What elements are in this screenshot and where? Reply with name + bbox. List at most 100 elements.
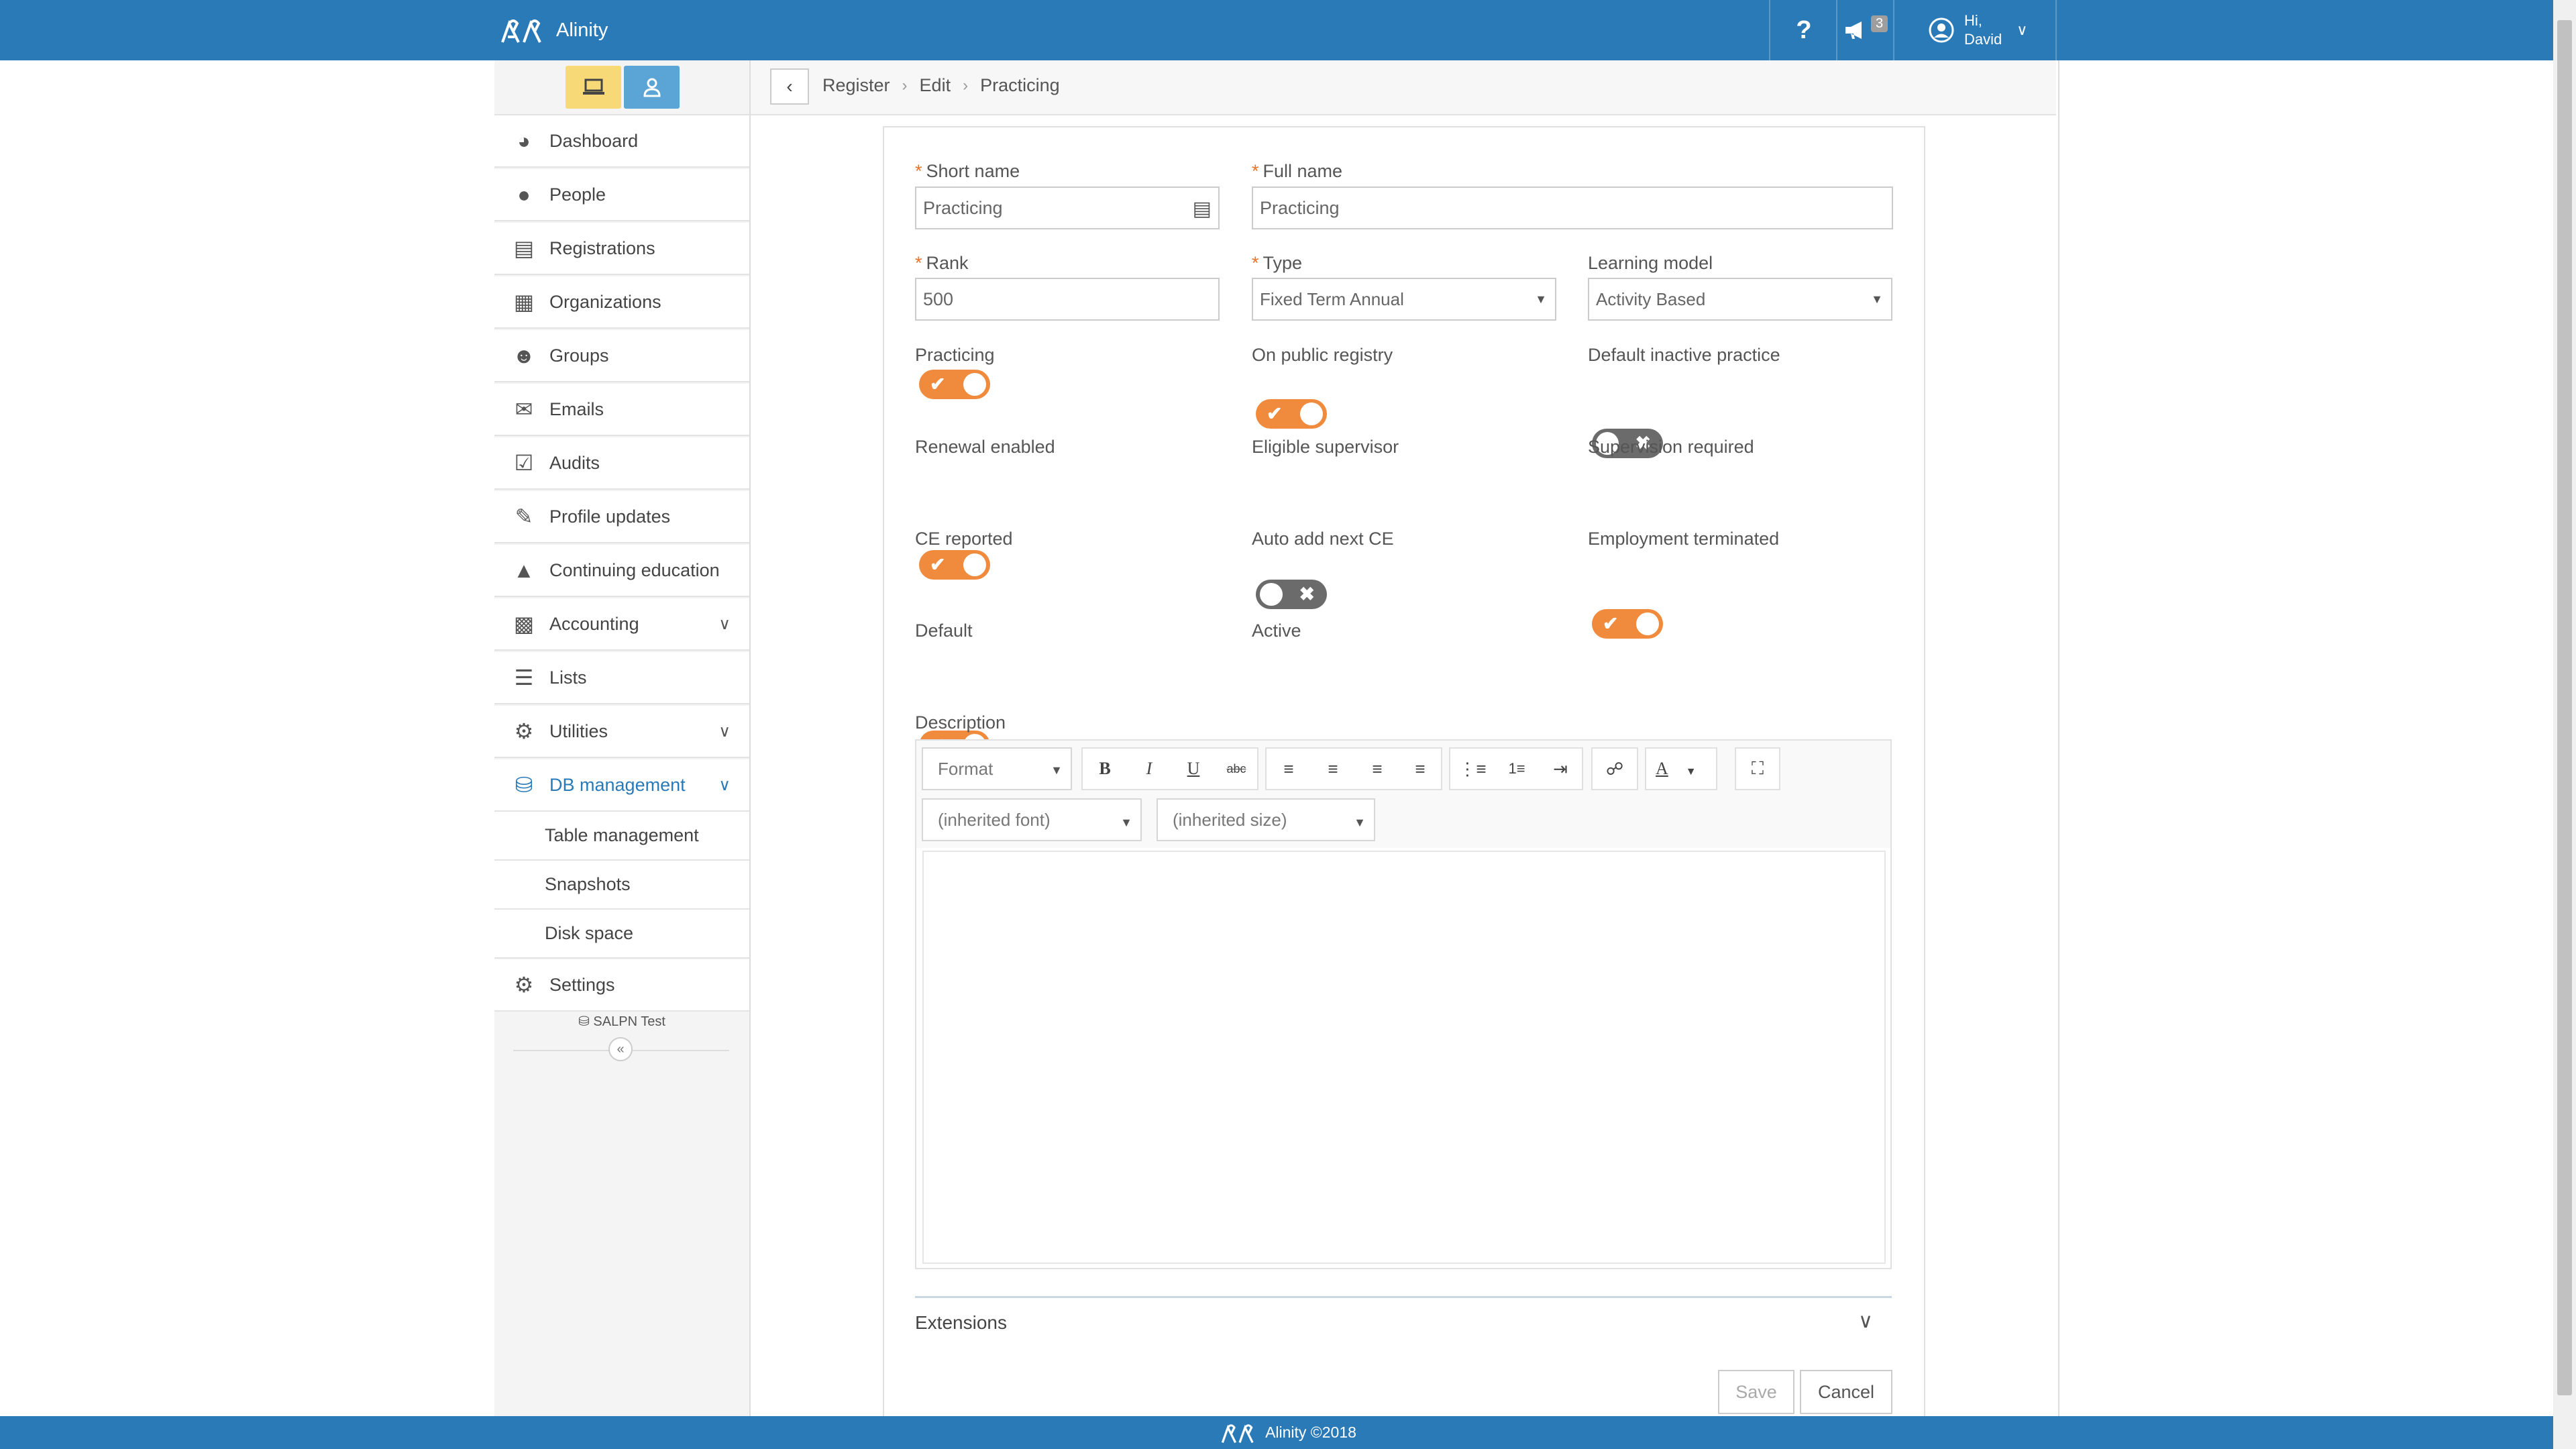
short-name-input[interactable]: Practicing ▤ (915, 186, 1220, 229)
user-mode-button[interactable] (624, 66, 680, 109)
sidebar-subitem-disk-space[interactable]: Disk space (494, 910, 749, 959)
renewal-enabled-toggle[interactable]: ✔ (919, 550, 990, 580)
description-label: Description (915, 712, 1006, 733)
extensions-toggle[interactable]: Extensions (915, 1312, 1007, 1334)
align-right-icon: ≡ (1372, 758, 1383, 779)
sidebar-item-organizations[interactable]: ▦ Organizations (494, 276, 749, 329)
sidebar-item-people[interactable]: ● People (494, 169, 749, 221)
collapse-sidebar-button[interactable]: « (608, 1037, 633, 1061)
breadcrumb-register[interactable]: Register (822, 75, 890, 96)
full-name-input[interactable]: Practicing (1252, 186, 1893, 229)
breadcrumb-edit[interactable]: Edit (920, 75, 951, 96)
notification-count-badge: 3 (1870, 15, 1888, 32)
align-justify-icon: ≡ (1415, 758, 1426, 779)
sidebar-item-emails[interactable]: ✉ Emails (494, 384, 749, 436)
sidebar-item-db-management[interactable]: ⛁ DB management ∨ (494, 759, 749, 812)
sidebar-item-dashboard[interactable]: ◕ Dashboard (494, 115, 749, 168)
sidebar-item-label: Continuing education (549, 559, 720, 580)
text-color-icon: A (1656, 759, 1668, 778)
database-icon: ⛁ (515, 773, 533, 797)
sidebar-item-groups[interactable]: ☻ Groups (494, 330, 749, 382)
sidebar-item-continuing-education[interactable]: ▲ Continuing education (494, 545, 749, 597)
announcements-button[interactable]: 3 (1836, 0, 1894, 60)
cancel-button[interactable]: Cancel (1800, 1370, 1892, 1414)
sidebar-item-audits[interactable]: ☑ Audits (494, 437, 749, 490)
learning-model-select[interactable]: Activity Based ▼ (1588, 278, 1892, 321)
underline-button[interactable]: U (1171, 747, 1216, 790)
numbered-list-button[interactable]: 1≡ (1495, 747, 1539, 790)
sidebar-item-utilities[interactable]: ⚙ Utilities ∨ (494, 706, 749, 758)
fullscreen-button[interactable]: ⛶ (1736, 747, 1779, 790)
breadcrumb: Register › Edit › Practicing (822, 75, 1060, 96)
sidebar-item-settings[interactable]: ⚙ Settings (494, 959, 749, 1012)
format-dropdown[interactable]: Format ▼ (922, 747, 1072, 790)
bold-button[interactable]: B (1083, 747, 1127, 790)
user-menu-button[interactable]: Hi, David ∨ (1893, 0, 2057, 60)
sidebar-item-registrations[interactable]: ▤ Registrations (494, 223, 749, 275)
footer-text: Alinity ©2018 (1265, 1424, 1356, 1441)
sidebar-subitem-label: Snapshots (545, 874, 631, 894)
on-public-registry-label: On public registry (1252, 345, 1393, 365)
practicing-label: Practicing (915, 345, 995, 365)
admin-mode-button[interactable] (566, 66, 621, 109)
users-icon: ☻ (513, 343, 535, 368)
help-button[interactable]: ? (1769, 0, 1837, 60)
sidebar-item-lists[interactable]: ☰ Lists (494, 652, 749, 704)
sidebar-subitem-table-management[interactable]: Table management (494, 812, 749, 861)
practicing-toggle[interactable]: ✔ (919, 370, 990, 399)
align-left-button[interactable]: ≡ (1267, 747, 1311, 790)
save-button[interactable]: Save (1718, 1370, 1794, 1414)
supervision-required-toggle[interactable]: ✔ (1592, 609, 1663, 639)
greeting-text: Hi, (1964, 12, 1982, 29)
chevron-down-icon[interactable]: ∨ (1858, 1309, 1873, 1333)
type-select[interactable]: Fixed Term Annual ▼ (1252, 278, 1556, 321)
check-icon: ✔ (1267, 403, 1283, 424)
x-icon: ✖ (1299, 584, 1315, 604)
scrollbar-thumb[interactable] (2557, 20, 2572, 1395)
description-text-area[interactable] (922, 851, 1886, 1264)
font-size-dropdown[interactable]: (inherited size) ▼ (1157, 798, 1375, 841)
database-name-text: SALPN Test (593, 1014, 665, 1029)
check-icon: ✔ (930, 554, 946, 575)
user-name: David (1964, 31, 2002, 48)
align-justify-button[interactable]: ≡ (1399, 747, 1441, 790)
dashboard-icon: ◕ (517, 128, 531, 153)
sidebar-item-profile-updates[interactable]: ✎ Profile updates (494, 491, 749, 543)
strikethrough-button[interactable]: abc (1216, 747, 1257, 790)
employment-terminated-label: Employment terminated (1588, 529, 1780, 549)
gear-icon: ⚙ (514, 973, 534, 997)
rank-input[interactable]: 500 (915, 278, 1220, 321)
breadcrumb-current: Practicing (980, 75, 1060, 95)
person-icon: ● (517, 182, 531, 207)
chevron-down-icon: ∨ (2017, 21, 2028, 38)
insert-link-button[interactable]: ☍ (1593, 747, 1637, 790)
on-public-registry-toggle[interactable]: ✔ (1256, 399, 1327, 429)
eligible-supervisor-toggle[interactable]: ✖ (1256, 580, 1327, 609)
sidebar-subitem-snapshots[interactable]: Snapshots (494, 861, 749, 910)
align-right-button[interactable]: ≡ (1355, 747, 1399, 790)
default-inactive-practice-label: Default inactive practice (1588, 345, 1780, 365)
text-color-button[interactable]: A ▼ (1646, 747, 1716, 790)
sidebar-item-label: Profile updates (549, 506, 671, 527)
bullet-list-button[interactable]: ⋮≡ (1450, 747, 1495, 790)
font-family-dropdown[interactable]: (inherited font) ▼ (922, 798, 1142, 841)
sidebar-item-accounting[interactable]: ▩ Accounting ∨ (494, 598, 749, 651)
caret-down-icon: ▼ (1535, 292, 1547, 306)
graduation-cap-icon: ▲ (513, 557, 535, 582)
app-logo[interactable]: Alinity (500, 15, 608, 46)
caret-down-icon: ▼ (1685, 766, 1697, 777)
envelope-icon: ✉ (515, 397, 533, 421)
learning-model-label: Learning model (1588, 253, 1713, 273)
indent-button[interactable]: ⇥ (1539, 747, 1582, 790)
user-greeting: Hi, David (1964, 11, 2002, 49)
italic-button[interactable]: I (1127, 747, 1171, 790)
sidebar-item-label: Lists (549, 667, 587, 688)
bold-icon: B (1099, 759, 1111, 778)
fullscreen-icon: ⛶ (1751, 758, 1764, 778)
user-circle-icon (1929, 17, 1954, 43)
align-center-button[interactable]: ≡ (1311, 747, 1355, 790)
database-name: ⛁ SALPN Test (494, 1013, 749, 1030)
sidebar-subitem-label: Table management (545, 825, 699, 845)
renewal-enabled-label: Renewal enabled (915, 437, 1055, 457)
back-button[interactable]: ‹ (770, 68, 809, 105)
